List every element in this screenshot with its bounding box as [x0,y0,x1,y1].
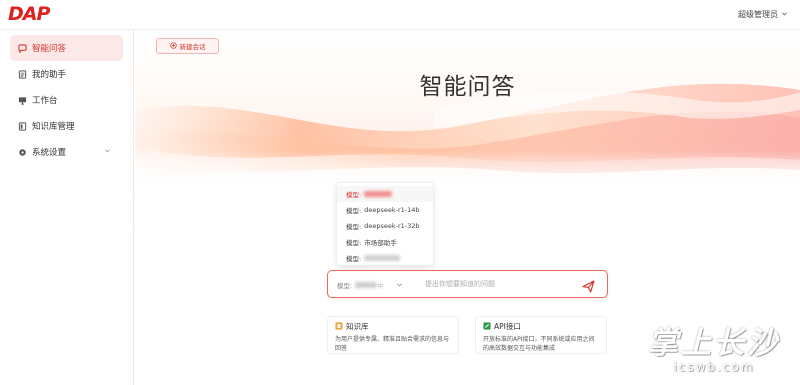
user-menu[interactable]: 超级管理员 [738,9,788,20]
sidebar-item-label: 知识库管理 [32,122,75,132]
api-card[interactable]: API接口 开放标准的API接口，不同系统或应用之间的高效数据交互与功能集成 [475,316,607,354]
settings-gear-icon [18,148,27,157]
model-option-prefix: 模型: [346,255,362,263]
model-option-value: deepseek-r1-14b [364,206,420,214]
model-select[interactable]: 模型: 中 [337,280,403,290]
question-input[interactable] [425,277,575,291]
monitor-icon [18,96,27,105]
hero-wave-graphic [135,83,800,190]
user-name: 超级管理员 [738,10,778,19]
main-content: 新建会话 智能问答 模型: 模型: deepseek-r1-14b 模型: de… [135,30,800,385]
api-card-icon [483,321,491,332]
sidebar-item-my-assistant[interactable]: 我的助手 [10,61,123,87]
model-option[interactable]: 模型: deepseek-r1-14b [337,202,433,218]
card-title-row: 知识库 [335,321,451,332]
knowledge-card-icon [335,321,343,332]
card-title-row: API接口 [483,321,599,332]
sidebar: 智能问答 我的助手 工作台 知识库管理 系统设置 [0,30,134,385]
card-description: 开放标准的API接口，不同系统或应用之间的高效数据交互与功能集成 [483,336,595,352]
chevron-down-icon [781,10,788,19]
sidebar-item-knowledge-base[interactable]: 知识库管理 [10,113,123,139]
model-option-prefix: 模型: [346,223,362,231]
model-option-prefix: 模型: [346,191,362,199]
plus-circle-icon [169,41,177,51]
chevron-down-icon [396,281,403,290]
chat-bubble-icon [18,43,27,53]
model-select-redacted [355,282,378,288]
app-logo[interactable]: DAP [8,3,50,25]
knowledge-base-card[interactable]: 知识库 为用户提供专属、精准且贴合需求的信息与回答 [327,316,459,354]
page-title: 智能问答 [419,74,516,100]
model-option-prefix: 模型: [346,239,362,247]
assistant-doc-icon [18,69,27,79]
model-option-value: 市场部助手 [364,239,397,247]
model-option[interactable]: 模型: deepseek-r1-32b [337,218,433,234]
model-option-redacted [364,255,401,261]
card-description: 为用户提供专属、精准且贴合需求的信息与回答 [335,336,450,352]
model-select-suffix: 中 [377,282,384,290]
sidebar-item-label: 我的助手 [32,70,67,80]
sidebar-item-label: 智能问答 [32,44,67,54]
model-option[interactable]: 模型: [337,250,433,266]
model-option-prefix: 模型: [346,207,362,215]
card-title: API接口 [494,322,521,331]
new-chat-button[interactable]: 新建会话 [156,38,219,54]
model-option-redacted [364,191,393,197]
chat-input-box: 模型: 中 [327,270,608,298]
card-title: 知识库 [346,322,369,331]
chevron-down-icon [104,147,111,156]
sidebar-item-label: 系统设置 [32,148,67,158]
model-option[interactable]: 模型: [337,186,433,202]
sidebar-item-workbench[interactable]: 工作台 [10,87,123,113]
sidebar-item-system-settings[interactable]: 系统设置 [10,139,123,165]
sidebar-item-smart-qa[interactable]: 智能问答 [10,35,123,61]
sidebar-item-label: 工作台 [32,96,58,106]
new-chat-label: 新建会话 [179,43,206,51]
top-bar: DAP 超级管理员 [0,0,800,30]
model-option[interactable]: 模型: 市场部助手 [337,234,433,250]
model-dropdown-menu: 模型: 模型: deepseek-r1-14b 模型: deepseek-r1-… [336,182,434,266]
model-option-value: deepseek-r1-32b [364,222,420,230]
model-select-prefix: 模型: [337,282,353,290]
knowledge-base-icon [18,121,27,131]
hero-banner: 新建会话 智能问答 [135,30,800,190]
send-icon[interactable] [582,278,595,293]
